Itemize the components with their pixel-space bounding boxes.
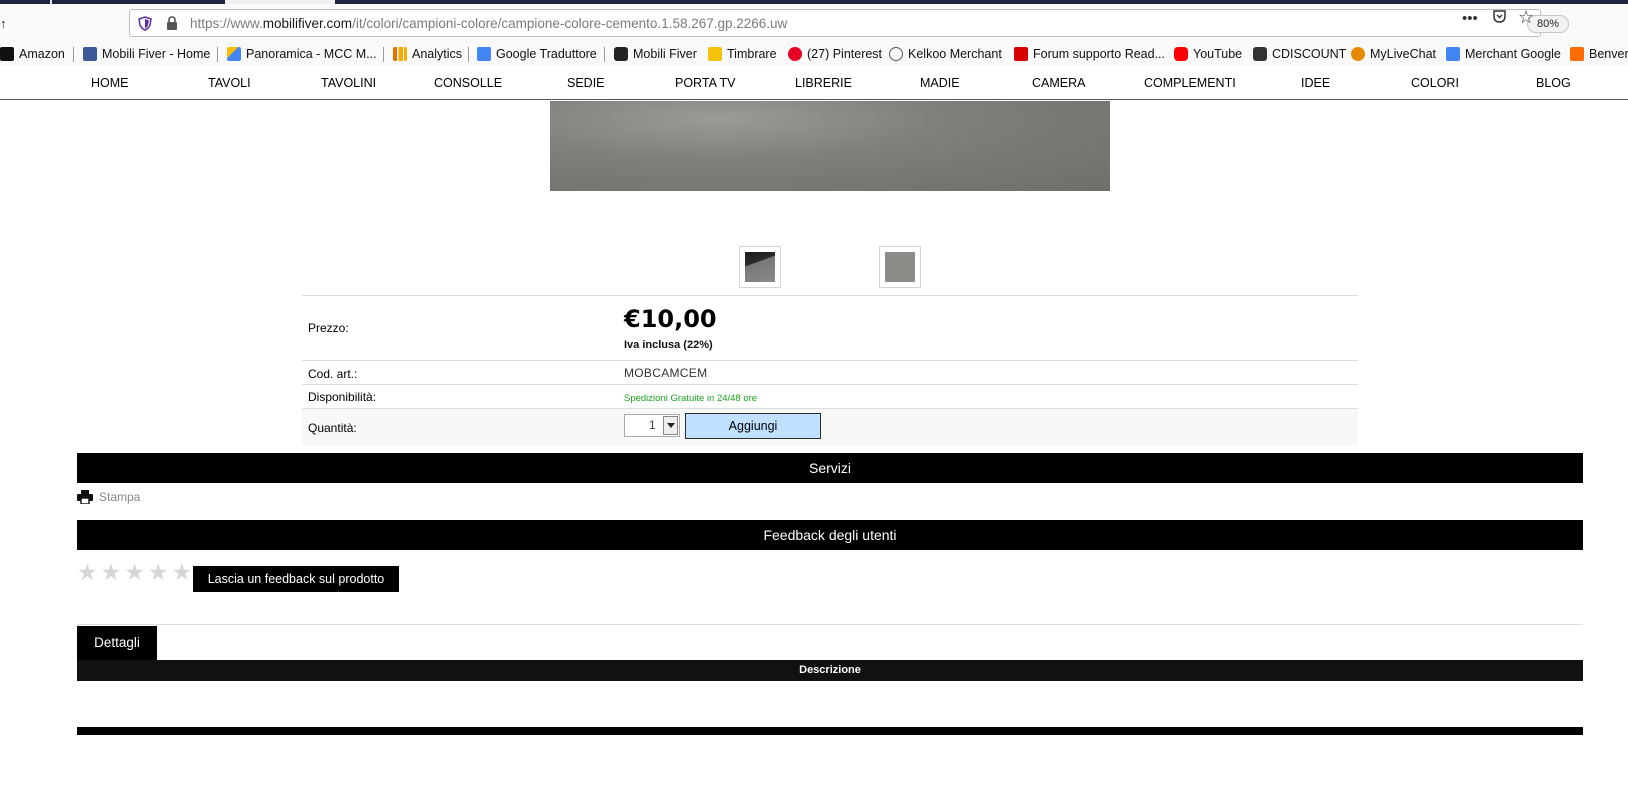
bookmark-kelkoo[interactable]: Kelkoo Merchant: [889, 44, 1002, 64]
star-icon[interactable]: ★: [172, 561, 193, 584]
bookmark-mobili-fiver[interactable]: Mobili Fiver: [614, 44, 697, 64]
menu-tavolini[interactable]: TAVOLINI: [321, 76, 376, 90]
rating-stars[interactable]: ★ ★ ★ ★ ★: [77, 561, 192, 584]
menu-porta-tv[interactable]: PORTA TV: [675, 76, 735, 90]
printer-icon: [77, 490, 93, 504]
product-info-table: Prezzo: €10,00 Iva inclusa (22%) Cod. ar…: [302, 295, 1358, 445]
back-arrow-icon[interactable]: ↑: [0, 16, 7, 31]
analytics-icon: [393, 47, 407, 61]
feedback-header: Feedback degli utenti: [77, 520, 1583, 550]
bookmark-separator: [604, 47, 605, 62]
quantity-select[interactable]: 1: [624, 414, 680, 437]
availability-row: Disponibilità: Spedizioni Gratuite in 24…: [302, 384, 1358, 408]
availability-label: Disponibilità:: [308, 390, 377, 404]
divider: [77, 624, 1583, 625]
menu-sedie[interactable]: SEDIE: [567, 76, 605, 90]
timbrare-icon: [708, 47, 722, 61]
mylivechat-icon: [1351, 47, 1365, 61]
youtube-icon: [1174, 47, 1188, 61]
vat-note: Iva inclusa (22%): [624, 339, 713, 351]
url-bar[interactable]: https://www.mobilifiver.com/it/colori/ca…: [129, 9, 1569, 37]
availability-value: Spedizioni Gratuite in 24/48 ore: [624, 393, 758, 404]
bookmark-merchant-google[interactable]: Merchant Google: [1446, 44, 1561, 64]
amazon-icon: [0, 47, 14, 61]
url-text[interactable]: https://www.mobilifiver.com/it/colori/ca…: [190, 16, 787, 31]
thumbnail-image: [745, 252, 775, 282]
bookmark-pinterest[interactable]: (27) Pinterest: [788, 44, 882, 64]
bookmark-analytics[interactable]: Analytics: [393, 44, 462, 64]
bottom-bar: [77, 727, 1583, 735]
print-link[interactable]: Stampa: [77, 490, 140, 504]
menu-camera[interactable]: CAMERA: [1032, 76, 1085, 90]
price-row: Prezzo: €10,00 Iva inclusa (22%): [302, 295, 1358, 360]
browser-toolbar: ↑ https://www.mobilifiver.com/it/colori/…: [0, 4, 1628, 42]
menu-madie[interactable]: MADIE: [920, 76, 960, 90]
menu-home[interactable]: HOME: [91, 76, 129, 90]
site-main-menu: HOME TAVOLI TAVOLINI CONSOLLE SEDIE PORT…: [0, 70, 1628, 100]
bookmark-star-icon[interactable]: ☆: [1518, 7, 1534, 28]
tab-dettagli[interactable]: Dettagli: [77, 626, 157, 660]
google-ads-icon: [227, 47, 241, 61]
facebook-icon: [83, 47, 97, 61]
translate-icon: [477, 47, 491, 61]
product-code: MOBCAMCEM: [624, 366, 708, 380]
product-thumbnail-1[interactable]: [739, 246, 781, 288]
merchant-icon: [1446, 47, 1460, 61]
bookmarks-toolbar: Amazon Mobili Fiver - Home Panoramica - …: [0, 42, 1628, 66]
menu-colori[interactable]: COLORI: [1411, 76, 1459, 90]
bookmark-amazon[interactable]: Amazon: [0, 44, 65, 64]
lock-icon[interactable]: [166, 16, 178, 31]
quantity-value: 1: [649, 418, 656, 432]
menu-consolle[interactable]: CONSOLLE: [434, 76, 502, 90]
bookmark-cdiscount[interactable]: CDISCOUNT: [1253, 44, 1346, 64]
bookmark-benvenuto[interactable]: Benven: [1570, 44, 1628, 64]
star-icon[interactable]: ★: [101, 561, 122, 584]
thumbnail-image: [885, 252, 915, 282]
menu-complementi[interactable]: COMPLEMENTI: [1144, 76, 1236, 90]
bookmark-timbrare[interactable]: Timbrare: [708, 44, 777, 64]
menu-librerie[interactable]: LIBRERIE: [795, 76, 852, 90]
more-actions-icon[interactable]: •••: [1462, 10, 1478, 27]
code-label: Cod. art.:: [308, 367, 358, 381]
bookmark-mylivechat[interactable]: MyLiveChat: [1351, 44, 1436, 64]
forum-icon: [1014, 47, 1028, 61]
bookmark-separator: [383, 47, 384, 62]
mobili-fiver-icon: [614, 47, 628, 61]
pinterest-icon: [788, 47, 802, 61]
bookmark-forum[interactable]: Forum supporto Read...: [1014, 44, 1165, 64]
pocket-icon[interactable]: [1492, 9, 1507, 28]
bookmark-mobili-fiver-home[interactable]: Mobili Fiver - Home: [83, 44, 210, 64]
services-header: Servizi: [77, 453, 1583, 483]
code-row: Cod. art.: MOBCAMCEM: [302, 360, 1358, 384]
chevron-down-icon[interactable]: [663, 416, 678, 435]
bookmark-separator: [468, 47, 469, 62]
leave-feedback-button[interactable]: Lascia un feedback sul prodotto: [193, 566, 399, 592]
menu-blog[interactable]: BLOG: [1536, 76, 1571, 90]
print-label: Stampa: [99, 490, 141, 504]
description-header: Descrizione: [77, 660, 1583, 681]
bookmark-separator: [217, 47, 218, 62]
bookmark-google-traduttore[interactable]: Google Traduttore: [477, 44, 597, 64]
add-to-cart-button[interactable]: Aggiungi: [685, 413, 821, 439]
tracking-shield-icon[interactable]: [138, 16, 152, 31]
price-label: Prezzo:: [308, 321, 349, 335]
product-main-image[interactable]: [550, 101, 1110, 191]
product-thumbnail-2[interactable]: [879, 246, 921, 288]
quantity-row: Quantità: 1 Aggiungi: [302, 408, 1358, 445]
bookmark-youtube[interactable]: YouTube: [1174, 44, 1242, 64]
menu-idee[interactable]: IDEE: [1301, 76, 1330, 90]
rss-icon: [1570, 47, 1584, 61]
globe-icon: [889, 47, 903, 61]
star-icon[interactable]: ★: [124, 561, 145, 584]
cdiscount-icon: [1253, 47, 1267, 61]
star-icon[interactable]: ★: [77, 561, 98, 584]
bookmark-panoramica[interactable]: Panoramica - MCC M...: [227, 44, 377, 64]
product-price: €10,00: [624, 305, 717, 333]
bookmark-separator: [73, 47, 74, 62]
star-icon[interactable]: ★: [148, 561, 169, 584]
quantity-label: Quantità:: [308, 421, 357, 435]
menu-tavoli[interactable]: TAVOLI: [208, 76, 251, 90]
